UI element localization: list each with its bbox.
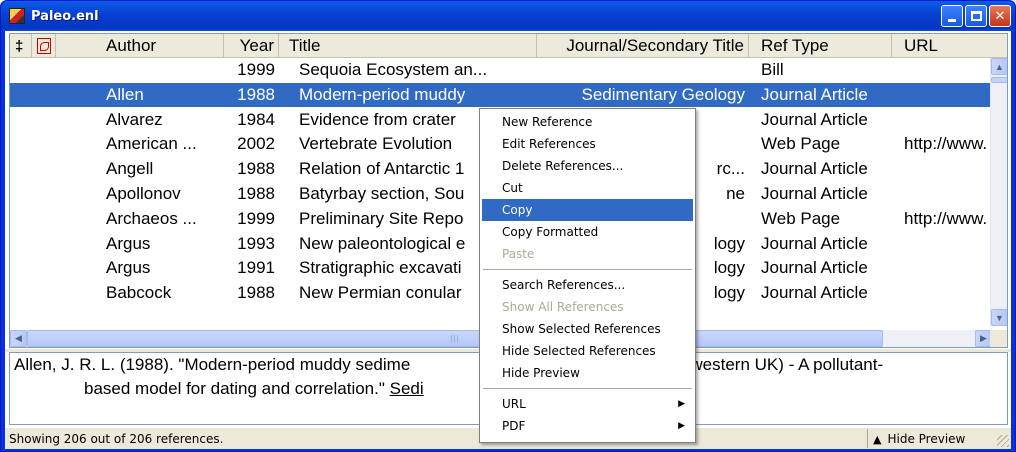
cell-author: Argus (106, 233, 151, 253)
arrow-up-icon: ▲ (995, 61, 1004, 72)
menu-item-hide-preview[interactable]: Hide Preview (482, 362, 693, 384)
cell-author: Babcock (106, 283, 172, 303)
close-icon: ✕ (994, 8, 1006, 24)
paperclip-icon: ‡ (15, 38, 24, 55)
menu-item-show-all-references: Show All References (502, 300, 624, 314)
cell-year: 1984 (237, 109, 275, 129)
column-header-reftype[interactable]: Ref Type (749, 34, 892, 57)
scroll-up-button[interactable]: ▲ (991, 58, 1007, 75)
cell-reftype: Web Page (761, 134, 841, 154)
cell-author: Angell (106, 159, 154, 179)
cell-reftype: Journal Article (761, 283, 868, 303)
vertical-scroll-thumb[interactable] (991, 77, 1007, 83)
submenu-arrow-icon: ▶ (678, 399, 685, 409)
title-bar[interactable]: Paleo.enl ✕ (1, 1, 1015, 31)
cell-year: 1988 (237, 84, 275, 104)
arrow-down-icon: ▼ (995, 312, 1004, 323)
reference-row[interactable]: Allen 1988 Modern-period muddy Sedimentary… (10, 82, 991, 107)
menu-item-show-selected-references[interactable]: Show Selected References (482, 318, 693, 340)
column-header-attachment[interactable]: ‡ (10, 34, 32, 57)
cell-year: 1991 (237, 258, 275, 278)
menu-item-search-references[interactable]: Search References... (482, 274, 693, 296)
resize-grip[interactable] (997, 435, 1009, 447)
maximize-button[interactable] (965, 5, 987, 27)
cell-author: American ... (106, 134, 197, 154)
cell-year: 2002 (237, 134, 275, 154)
column-header-url[interactable]: URL (892, 34, 1007, 57)
cell-reftype: Journal Article (761, 233, 868, 253)
arrow-up-icon: ▲ (873, 433, 882, 446)
menu-item-paste: Paste (502, 247, 535, 261)
cell-url: http://www. (904, 208, 988, 228)
scroll-corner (990, 330, 1007, 347)
menu-item-copy-formatted[interactable]: Copy Formatted (482, 221, 693, 243)
column-header-pdf[interactable] (32, 34, 56, 57)
menu-item-pdf-label: PDF (502, 419, 526, 433)
cell-year: 1999 (237, 60, 275, 79)
menu-item-copy[interactable]: Copy (482, 199, 693, 221)
arrow-right-icon: ▶ (980, 333, 987, 343)
hide-preview-label: Hide Preview (887, 432, 966, 446)
cell-year: 1988 (237, 159, 275, 179)
reference-row[interactable]: 1999 Sequoia Ecosystem an... Bill (10, 58, 991, 82)
cell-journal: Sedimentary Geology (581, 84, 745, 104)
cell-reftype: Journal Article (761, 184, 868, 203)
menu-item-delete-references[interactable]: Delete References... (482, 155, 693, 177)
cell-reftype: Journal Article (761, 84, 868, 104)
cell-title: Modern-period muddy (299, 84, 466, 104)
cell-year: 1999 (237, 208, 275, 228)
context-menu: New Reference Edit References Delete Ref… (479, 108, 696, 443)
submenu-arrow-icon: ▶ (678, 421, 685, 431)
preview-text-1: Allen, J. R. L. (1988). "Modern-period m… (14, 355, 411, 374)
menu-item-url-label: URL (502, 397, 526, 411)
endnote-app-icon (9, 8, 25, 24)
vertical-scrollbar[interactable]: ▲ ▼ (990, 58, 1007, 326)
horizontal-scroll-thumb[interactable]: ||| (27, 330, 883, 347)
cell-reftype: Journal Article (761, 258, 868, 278)
menu-item-cut[interactable]: Cut (482, 177, 693, 199)
pdf-icon (37, 38, 51, 54)
scroll-down-button[interactable]: ▼ (991, 309, 1007, 326)
status-text: Showing 206 out of 206 references. (9, 432, 224, 446)
menu-item-pdf[interactable]: PDF ▶ (482, 415, 693, 437)
hide-preview-toggle[interactable]: ▲ Hide Preview (873, 432, 965, 446)
cell-url: http://www. (904, 134, 988, 154)
menu-item-new-reference[interactable]: New Reference (482, 111, 693, 133)
cell-reftype: Web Page (761, 208, 841, 228)
maximize-icon (970, 11, 982, 21)
cell-reftype: Journal Article (761, 159, 868, 179)
cell-year: 1993 (237, 233, 275, 253)
cell-author: Allen (106, 84, 144, 104)
cell-author: Argus (106, 258, 151, 278)
scroll-left-button[interactable]: ◀ (10, 330, 27, 347)
column-header-journal[interactable]: Journal/Secondary Title (537, 34, 749, 57)
menu-separator (483, 388, 692, 389)
column-header-year[interactable]: Year (224, 34, 279, 57)
window-title: Paleo.enl (31, 8, 99, 24)
menu-item-edit-references[interactable]: Edit References (482, 133, 693, 155)
close-button[interactable]: ✕ (989, 5, 1011, 27)
minimize-icon (948, 18, 956, 22)
column-header-row: ‡ Author Year Title Journal/Secondary Ti… (10, 34, 1007, 58)
arrow-left-icon: ◀ (15, 333, 22, 343)
cell-reftype: Bill (761, 60, 784, 79)
preview-journal-link[interactable]: Sedi (390, 379, 424, 398)
preview-text-2: based model for dating and correlation." (84, 379, 390, 398)
cell-year: 1988 (237, 283, 275, 303)
cell-reftype: Journal Article (761, 109, 868, 129)
column-header-title[interactable]: Title (279, 34, 537, 57)
cell-year: 1988 (237, 184, 275, 203)
menu-separator (483, 269, 692, 270)
column-header-author[interactable]: Author (56, 34, 224, 57)
cell-author: Archaeos ... (106, 208, 197, 228)
minimize-button[interactable] (941, 5, 963, 27)
cell-title: Sequoia Ecosystem an... (299, 60, 488, 79)
menu-item-hide-selected-references[interactable]: Hide Selected References (482, 340, 693, 362)
menu-item-url[interactable]: URL ▶ (482, 393, 693, 415)
cell-author: Apollonov (106, 184, 181, 203)
cell-author: Alvarez (106, 109, 163, 129)
